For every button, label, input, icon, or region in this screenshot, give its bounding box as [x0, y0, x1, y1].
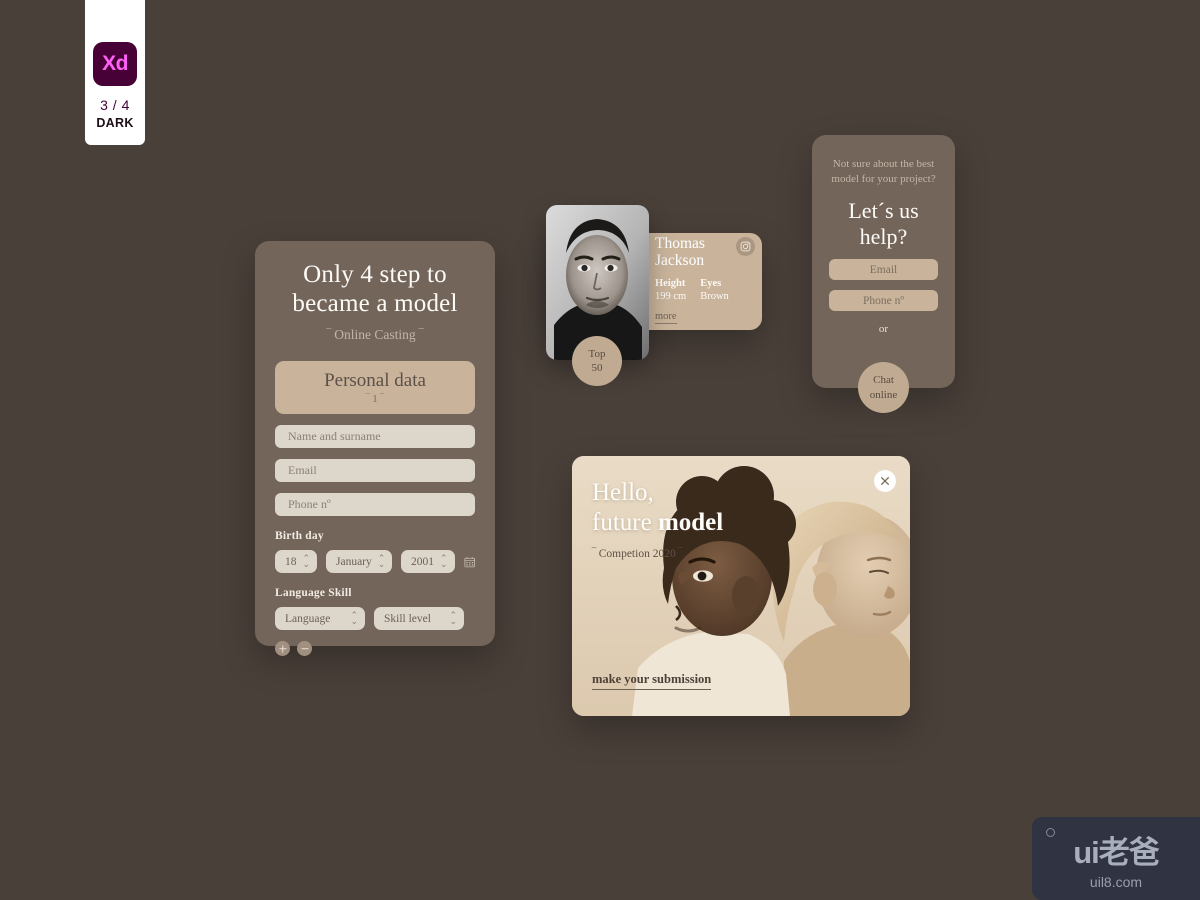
- add-remove-language-controls: [275, 641, 475, 656]
- xd-version-badge: Xd 3 / 4 DARK: [85, 0, 145, 145]
- chat-button-line2: online: [869, 388, 898, 401]
- email-input[interactable]: [275, 459, 475, 482]
- skill-level-value: Skill level: [384, 612, 431, 625]
- calendar-icon[interactable]: [464, 553, 475, 571]
- help-email-input[interactable]: [829, 259, 938, 281]
- chat-button-line1: Chat: [873, 374, 894, 387]
- personal-data-step-number: ‾ 1 ‾: [365, 393, 385, 405]
- skill-level-select[interactable]: Skill level ⌃ ⌄: [374, 607, 464, 630]
- language-skill-label: Language Skill: [275, 587, 352, 599]
- chevron-updown-icon: ⌃ ⌄: [302, 552, 311, 569]
- model-specs: Height 199 cm Eyes Brown: [655, 278, 762, 302]
- watermark-url: uil8.com: [1089, 874, 1143, 890]
- hero-title-line2: future model: [592, 508, 723, 538]
- help-card: Not sure about the best model for your p…: [812, 135, 955, 388]
- model-name: Thomas Jackson: [655, 235, 705, 269]
- spec-height: Height 199 cm: [655, 278, 686, 302]
- hero-title: Hello, future model: [592, 478, 723, 538]
- xd-theme-label: DARK: [96, 116, 134, 130]
- hero-title-line1: Hello,: [592, 479, 654, 506]
- model-info: Thomas Jackson Height 199 cm Eyes Brown …: [655, 233, 762, 330]
- name-surname-input[interactable]: [275, 425, 475, 448]
- close-icon-button[interactable]: [874, 470, 896, 492]
- birthday-day-value: 18: [285, 555, 297, 568]
- close-icon: [881, 477, 889, 485]
- top-rank-badge: Top 50: [572, 336, 622, 386]
- onboarding-steps-card: Only 4 step to became a model ‾ Online C…: [255, 241, 495, 656]
- hero-title-line2-bold: model: [657, 509, 724, 536]
- xd-screen-count: 3 / 4: [100, 97, 130, 113]
- hero-subtitle: ‾ Competion 2020 ‾: [592, 548, 683, 560]
- chevron-updown-icon: ⌃ ⌄: [350, 609, 358, 626]
- steps-title: Only 4 step to became a model: [292, 261, 458, 317]
- birthday-year-value: 2001: [411, 555, 434, 568]
- language-select[interactable]: Language ⌃ ⌄: [275, 607, 365, 630]
- help-phone-input[interactable]: [829, 290, 938, 312]
- birthday-day-stepper[interactable]: 18 ⌃ ⌄: [275, 550, 317, 573]
- spec-eyes-label: Eyes: [700, 278, 722, 290]
- language-skill-row: Language ⌃ ⌄ Skill level ⌃ ⌄: [275, 607, 475, 630]
- language-value: Language: [285, 612, 331, 625]
- help-intro-text: Not sure about the best model for your p…: [831, 158, 936, 185]
- hero-text: Hello, future model ‾ Competion 2020 ‾: [592, 478, 723, 563]
- spec-height-label: Height: [655, 278, 686, 290]
- chevron-updown-icon: ⌃ ⌄: [440, 552, 448, 569]
- more-link[interactable]: more: [655, 311, 677, 325]
- plus-icon-button[interactable]: [275, 641, 290, 656]
- chat-online-button[interactable]: Chat online: [858, 362, 909, 413]
- birthday-month-value: January: [336, 555, 372, 568]
- watermark-dot-icon: [1046, 828, 1055, 837]
- birthday-month-stepper[interactable]: January ⌃ ⌄: [326, 550, 392, 573]
- watermark-logo: ui老爸: [1073, 835, 1160, 870]
- phone-input[interactable]: [275, 493, 475, 516]
- spec-height-value: 199 cm: [655, 291, 687, 303]
- chevron-updown-icon: ⌃ ⌄: [449, 609, 457, 626]
- hero-competition-card[interactable]: Hello, future model ‾ Competion 2020 ‾ m…: [572, 456, 910, 716]
- minus-icon-button[interactable]: [297, 641, 312, 656]
- personal-data-label: Personal data: [324, 370, 426, 391]
- birthday-label: Birth day: [275, 530, 324, 542]
- hero-title-line2-light: future: [592, 509, 658, 536]
- steps-subtitle: ‾ Online Casting ‾: [326, 327, 424, 342]
- spec-eyes: Eyes Brown: [700, 278, 729, 302]
- ui8-watermark: ui老爸 uil8.com: [1032, 817, 1200, 900]
- spec-eyes-value: Brown: [700, 291, 729, 303]
- birthday-year-stepper[interactable]: 2001 ⌃ ⌄: [401, 550, 455, 573]
- help-title: Let´s us help?: [848, 198, 919, 249]
- instagram-icon[interactable]: [736, 237, 755, 256]
- top-badge-line1: Top: [588, 347, 606, 360]
- top-badge-line2: 50: [591, 362, 603, 374]
- birthday-row: 18 ⌃ ⌄ January ⌃ ⌄ 2001 ⌃ ⌄: [275, 550, 475, 573]
- make-submission-link[interactable]: make your submission: [592, 672, 712, 690]
- personal-data-step-button[interactable]: Personal data ‾ 1 ‾: [275, 361, 475, 414]
- help-or-label: or: [878, 323, 889, 336]
- chevron-updown-icon: ⌃ ⌄: [377, 552, 386, 569]
- adobe-xd-icon: Xd: [93, 42, 137, 86]
